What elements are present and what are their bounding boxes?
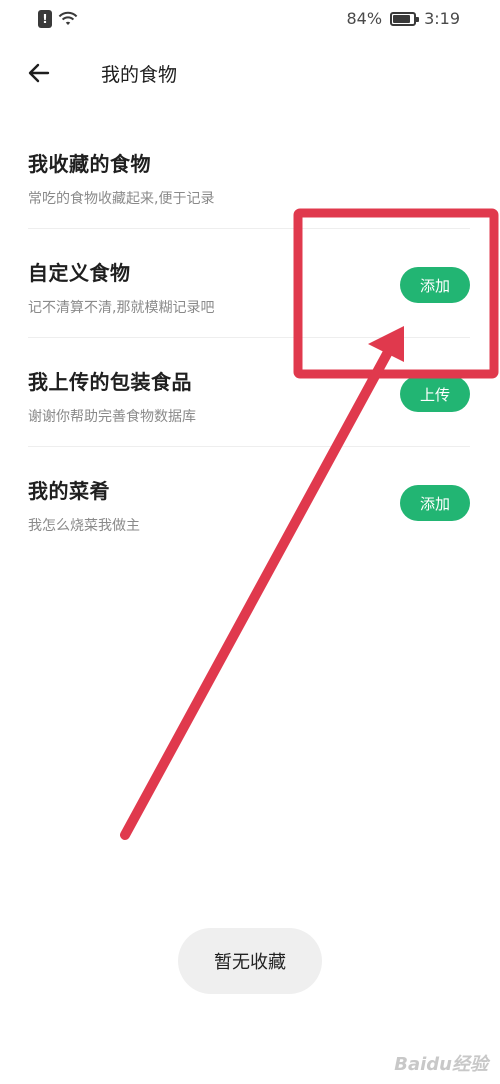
battery-icon xyxy=(390,11,420,26)
back-arrow-icon xyxy=(28,63,50,83)
status-bar: ! 84% 3:19 xyxy=(0,0,500,40)
alert-icon: ! xyxy=(38,10,52,28)
status-time: 3:19 xyxy=(424,9,460,28)
list-item-uploaded-packaged-foods[interactable]: 我上传的包装食品 谢谢你帮助完善食物数据库 上传 xyxy=(28,338,470,447)
status-right: 84% 3:19 xyxy=(347,9,461,28)
back-button[interactable] xyxy=(22,56,56,90)
add-dish-button[interactable]: 添加 xyxy=(400,485,470,521)
item-subtitle: 我怎么烧菜我做主 xyxy=(28,518,140,534)
item-subtitle: 记不清算不清,那就模糊记录吧 xyxy=(28,300,215,316)
wifi-icon xyxy=(58,11,78,25)
item-title: 我收藏的食物 xyxy=(28,152,151,176)
add-custom-food-button[interactable]: 添加 xyxy=(400,267,470,303)
item-title: 我上传的包装食品 xyxy=(28,370,192,394)
item-subtitle: 常吃的食物收藏起来,便于记录 xyxy=(28,191,215,207)
watermark-logo: Baidu经验 xyxy=(394,1054,488,1075)
upload-packaged-food-button[interactable]: 上传 xyxy=(400,376,470,412)
item-title: 自定义食物 xyxy=(28,261,131,285)
item-subtitle: 谢谢你帮助完善食物数据库 xyxy=(28,409,196,425)
status-left: ! xyxy=(38,10,78,28)
header: 我的食物 xyxy=(0,48,500,98)
item-title: 我的菜肴 xyxy=(28,479,110,503)
empty-favorites-toast: 暂无收藏 xyxy=(178,928,322,994)
list-item-favorite-foods[interactable]: 我收藏的食物 常吃的食物收藏起来,便于记录 xyxy=(28,120,470,229)
food-list: 我收藏的食物 常吃的食物收藏起来,便于记录 自定义食物 记不清算不清,那就模糊记… xyxy=(28,120,470,556)
list-item-my-dishes[interactable]: 我的菜肴 我怎么烧菜我做主 添加 xyxy=(28,447,470,556)
list-item-custom-foods[interactable]: 自定义食物 记不清算不清,那就模糊记录吧 添加 xyxy=(28,229,470,338)
page-title: 我的食物 xyxy=(101,64,178,86)
battery-percentage: 84% xyxy=(346,9,383,28)
